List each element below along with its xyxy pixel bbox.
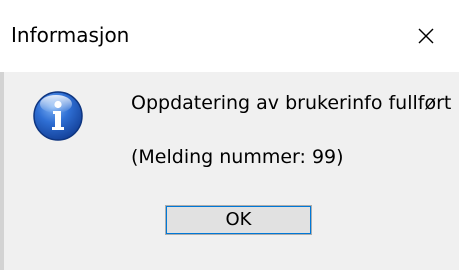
window-title: Informasjon — [11, 23, 130, 47]
message-text: Oppdatering av brukerinfo fullført — [131, 92, 452, 114]
dialog-window: Informasjon Oppdatering av brukerinfo fu… — [0, 0, 459, 270]
close-button[interactable] — [398, 12, 454, 58]
window-left-border — [0, 72, 4, 270]
close-icon — [418, 28, 434, 44]
title-bar[interactable]: Informasjon — [0, 0, 459, 72]
ok-button[interactable]: OK — [165, 205, 312, 235]
message-number-text: (Melding nummer: 99) — [131, 146, 344, 168]
information-icon — [33, 91, 83, 141]
